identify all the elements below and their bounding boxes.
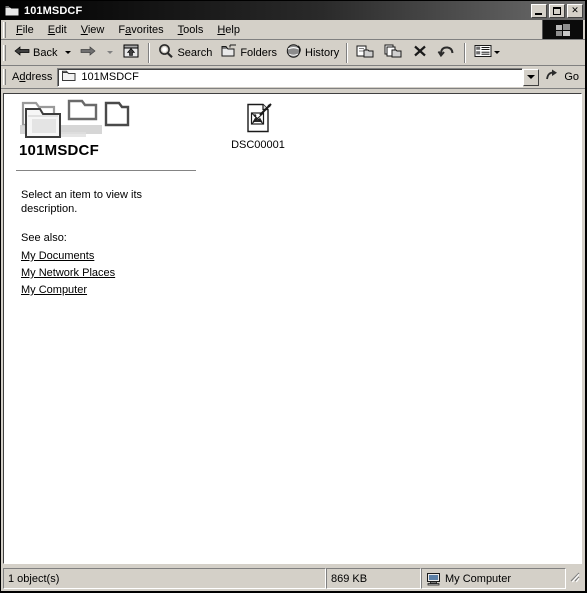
webview-body: Select an item to view its description. … [21, 188, 191, 299]
go-button-label: Go [564, 71, 579, 83]
close-button[interactable]: ✕ [567, 3, 583, 18]
copy-to-button[interactable] [379, 42, 407, 64]
file-name-label: DSC00001 [231, 139, 285, 151]
menu-file[interactable]: File [9, 22, 41, 38]
go-arrow-icon [545, 68, 562, 86]
back-arrow-icon [13, 43, 31, 62]
menu-tools[interactable]: Tools [171, 22, 211, 38]
folders-icon [220, 43, 238, 62]
webview-title: 101MSDCF [19, 142, 99, 159]
copy-to-icon [383, 42, 403, 63]
menu-favorites[interactable]: Favorites [111, 22, 170, 38]
link-my-network-places[interactable]: My Network Places [21, 265, 115, 282]
search-button[interactable]: Search [153, 42, 216, 64]
back-button-label: Back [33, 46, 58, 59]
forward-dropdown-arrow-icon[interactable] [107, 51, 114, 54]
status-zone: My Computer [421, 568, 566, 589]
link-my-documents[interactable]: My Documents [21, 248, 94, 265]
history-icon [285, 43, 303, 62]
addressbar-grip[interactable] [3, 69, 6, 85]
views-button[interactable] [469, 42, 508, 64]
menu-view[interactable]: View [74, 22, 112, 38]
address-input[interactable]: 101MSDCF [57, 67, 524, 87]
toolbar-separator-3 [464, 42, 467, 63]
status-object-count: 1 object(s) [3, 568, 326, 589]
forward-arrow-icon [79, 43, 97, 62]
client-area: 101MSDCF Select an item to view its desc… [3, 93, 582, 564]
close-icon: ✕ [571, 5, 579, 15]
folder-icon[interactable] [4, 4, 20, 18]
up-folder-icon [121, 42, 141, 63]
menu-help[interactable]: Help [210, 22, 247, 38]
resize-grip[interactable] [566, 568, 582, 589]
minimize-button[interactable] [531, 3, 547, 18]
history-button-label: History [305, 46, 340, 59]
address-dropdown-button[interactable] [523, 68, 540, 86]
address-bar: Address 101MSDCF Go [1, 66, 585, 89]
webview-separator [16, 170, 196, 172]
folder-icon [61, 69, 77, 86]
webview-panel: 101MSDCF Select an item to view its desc… [4, 94, 204, 563]
window-title: 101MSDCF [24, 4, 83, 17]
menubar-grip[interactable] [3, 21, 6, 38]
maximize-button[interactable] [549, 3, 565, 18]
status-bar: 1 object(s) 869 KB My Computer [3, 568, 582, 589]
menu-edit[interactable]: Edit [41, 22, 74, 38]
undo-button[interactable] [433, 42, 461, 64]
address-label: Address [12, 71, 53, 83]
toolbar-separator-2 [346, 42, 349, 63]
see-also-label: See also: [21, 232, 67, 244]
back-dropdown-arrow-icon[interactable] [65, 51, 72, 54]
unknown-file-icon [242, 102, 274, 134]
history-button[interactable]: History [281, 42, 343, 64]
views-dropdown-arrow-icon[interactable] [494, 51, 501, 54]
search-icon [157, 43, 175, 62]
title-bar[interactable]: 101MSDCF ✕ [1, 1, 585, 20]
views-icon [473, 43, 493, 62]
window-controls: ✕ [531, 3, 583, 18]
link-my-computer[interactable]: My Computer [21, 282, 87, 299]
move-to-button[interactable] [351, 42, 379, 64]
webview-banner: 101MSDCF [4, 94, 204, 162]
folders-button[interactable]: Folders [216, 42, 281, 64]
address-value: 101MSDCF [81, 71, 139, 83]
file-list-pane[interactable]: DSC00001 [204, 94, 581, 563]
windows-flag-icon [542, 20, 583, 39]
folders-button-label: Folders [240, 46, 278, 59]
search-button-label: Search [177, 46, 213, 59]
webview-description: Select an item to view its description. [21, 189, 143, 215]
explorer-window: 101MSDCF ✕ File Edit View Favorites Tool… [0, 0, 587, 593]
undo-icon [437, 43, 457, 62]
list-item[interactable]: DSC00001 [220, 100, 296, 152]
tool-bar: Back Search Folders History [1, 40, 585, 66]
computer-icon [426, 572, 441, 586]
up-button[interactable] [117, 42, 145, 64]
chevron-down-icon [527, 75, 536, 79]
go-button[interactable]: Go [540, 67, 583, 87]
move-to-icon [355, 42, 375, 63]
toolbar-grip[interactable] [3, 44, 6, 61]
status-zone-label: My Computer [445, 572, 512, 585]
delete-button[interactable] [407, 42, 433, 64]
menu-bar: File Edit View Favorites Tools Help [1, 20, 585, 40]
delete-x-icon [411, 43, 429, 62]
forward-button[interactable] [75, 42, 103, 64]
toolbar-separator-1 [148, 42, 151, 63]
folder-watermark-icon [14, 99, 132, 147]
back-button[interactable]: Back [9, 42, 61, 64]
status-size: 869 KB [326, 568, 421, 589]
